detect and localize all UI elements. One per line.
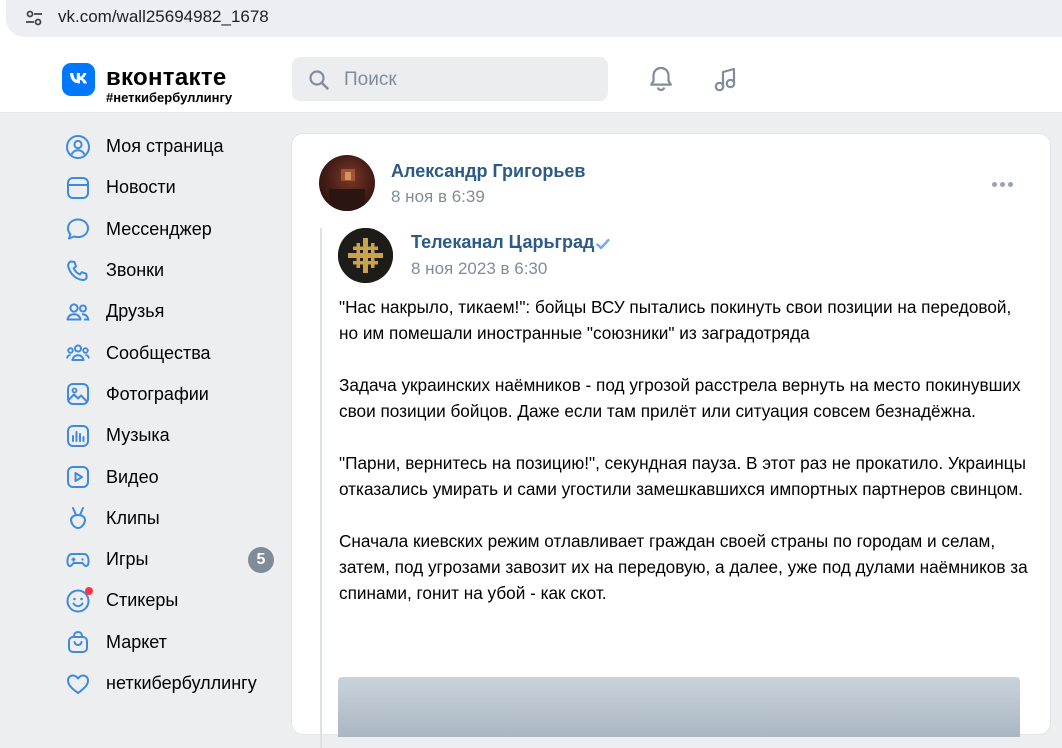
repost-author-name[interactable]: Телеканал Царьград [411,232,594,253]
search-input[interactable] [342,57,596,103]
sidebar-item-label: Мессенджер [106,218,212,239]
sidebar-item-my-page[interactable]: Моя страница [54,126,284,167]
sidebar-item-label: Стикеры [106,590,179,611]
post-paragraph: "Нас накрыло, тикаем!": бойцы ВСУ пытали… [339,297,1012,343]
sidebar-item-label: Моя страница [106,136,224,157]
sidebar-item-communities[interactable]: Сообщества [54,332,284,373]
sidebar-item-label: Новости [106,177,176,198]
post-text: "Нас накрыло, тикаем!": бойцы ВСУ пытали… [339,294,1029,632]
games-count-badge: 5 [248,546,274,573]
sidebar-item-photos[interactable]: Фотографии [54,374,284,415]
wall-post: Александр Григорьев 8 ноя в 6:39 Телекан… [291,133,1051,748]
post-time[interactable]: 8 ноя в 6:39 [391,187,485,207]
sidebar-item-label: Игры [106,549,149,570]
address-url[interactable]: vk.com/wall25694982_1678 [58,7,269,27]
news-icon [67,176,89,199]
logo-tagline[interactable]: #неткибербуллингу [106,91,232,105]
gamepad-icon [66,552,90,567]
search-box[interactable] [292,57,608,103]
post-attached-image[interactable] [338,677,1020,737]
new-stickers-dot [85,586,93,595]
sidebar-item-label: Звонки [106,260,165,281]
post-paragraph: Сначала киевских режим отлавливает гражд… [339,531,1028,603]
verified-check-icon [596,238,610,250]
sidebar-item-games[interactable]: Игры 5 [54,539,284,580]
friends-icon [66,303,90,321]
sidebar-item-calls[interactable]: Звонки [54,250,284,291]
sidebar-item-label: Сообщества [106,342,211,363]
sticker-icon [65,586,93,614]
message-icon [67,218,89,240]
notifications-bell-icon[interactable] [645,63,677,95]
sidebar-item-antibullying[interactable]: неткибербуллингу [54,663,284,704]
repost-avatar[interactable] [338,228,393,283]
post-paragraph: Задача украинских наёмников - под угрозо… [339,375,1021,421]
sidebar-item-clips[interactable]: Клипы [54,498,284,539]
sidebar-item-stickers[interactable]: Стикеры [54,580,284,621]
vk-logo-icon[interactable] [62,63,95,96]
sidebar-item-video[interactable]: Видео [54,456,284,497]
phone-icon [67,260,88,281]
site-header: вконтакте #неткибербуллингу [0,44,1062,113]
sidebar-item-label: Клипы [106,507,160,528]
repost-divider [320,228,322,748]
sidebar-item-label: Видео [106,466,159,487]
clips-icon [69,507,87,530]
music-bars-icon [67,424,89,447]
author-avatar[interactable] [319,155,375,211]
sidebar-item-label: неткибербуллингу [106,673,257,693]
sidebar-item-friends[interactable]: Друзья [54,291,284,332]
music-note-icon[interactable] [710,63,742,95]
sidebar-item-music[interactable]: Музыка [54,415,284,456]
sidebar-item-messenger[interactable]: Мессенджер [54,209,284,250]
repost-time[interactable]: 8 ноя 2023 в 6:30 [411,259,547,279]
sidebar-item-label: Друзья [106,301,165,322]
post-author-name[interactable]: Александр Григорьев [391,161,585,182]
communities-icon [66,344,90,362]
left-sidebar: Моя страница Новости Мессенджер Звонки Д… [54,126,284,704]
sidebar-item-news[interactable]: Новости [54,167,284,208]
user-circle-icon [66,134,90,159]
sidebar-item-label: Музыка [106,425,170,446]
bag-icon [68,631,88,654]
sidebar-item-label: Маркет [106,631,167,652]
search-icon [309,70,329,90]
site-settings-icon[interactable] [24,8,44,28]
sidebar-item-label: Фотографии [106,383,209,404]
photo-icon [67,383,89,406]
post-paragraph: "Парни, вернитесь на позицию!", секундна… [339,453,1026,499]
browser-address-bar: vk.com/wall25694982_1678 [0,0,1062,44]
logo-text[interactable]: вконтакте [106,64,227,92]
post-more-icon[interactable] [992,174,1018,187]
address-field[interactable]: vk.com/wall25694982_1678 [6,0,1062,37]
video-icon [67,466,89,489]
sidebar-item-market[interactable]: Маркет [54,622,284,663]
